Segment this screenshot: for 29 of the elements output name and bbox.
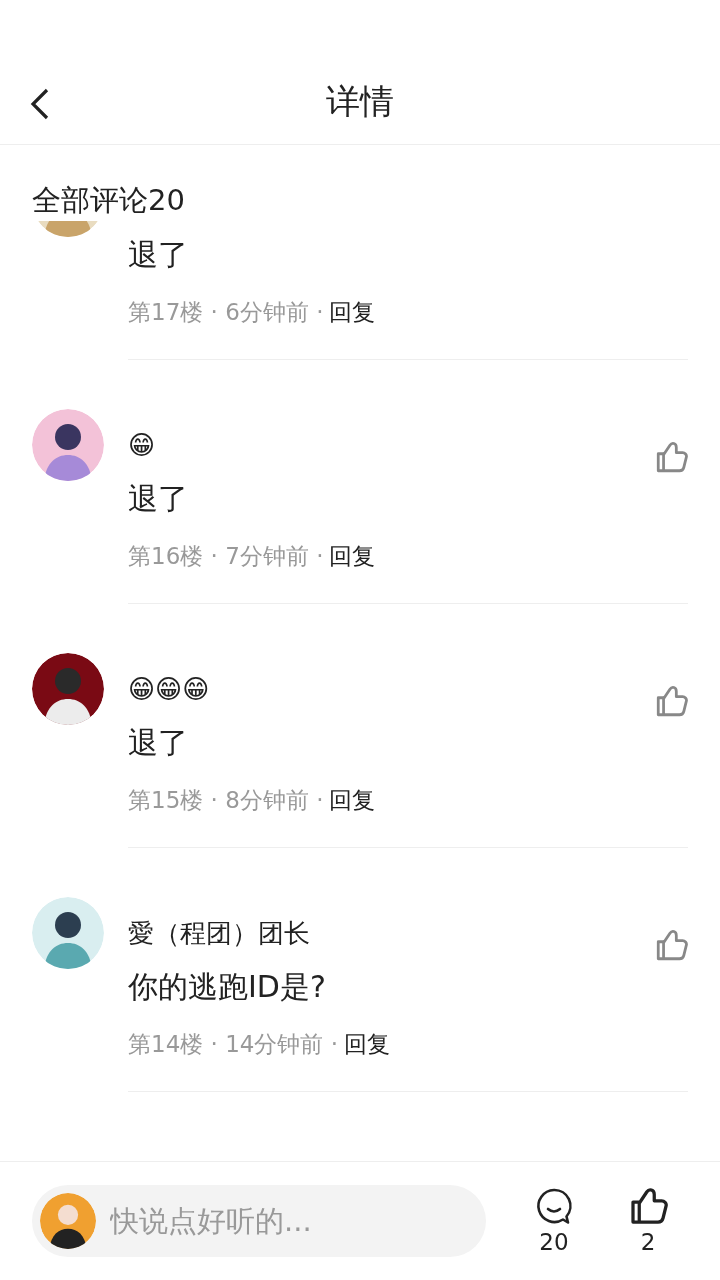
- comment-meta: 第16楼 · 7分钟前 ·: [128, 542, 324, 571]
- reply-link[interactable]: 回复: [329, 784, 376, 816]
- avatar: [32, 897, 104, 969]
- username: 😁😁😁: [128, 673, 210, 706]
- comment-input[interactable]: 快说点好听的...: [32, 1185, 486, 1257]
- comment-meta: 第17楼 · 6分钟前 ·: [128, 298, 324, 327]
- like-button[interactable]: 2: [628, 1187, 668, 1255]
- comment-icon: [534, 1187, 574, 1227]
- username: 愛（程团）团长: [128, 917, 310, 950]
- avatar: [40, 1193, 96, 1249]
- comment-text: 你的逃跑ID是?: [128, 969, 326, 1004]
- reply-link[interactable]: 回复: [344, 1028, 391, 1060]
- comment-meta: 第14楼 · 14分钟前 ·: [128, 1030, 339, 1059]
- comment-button[interactable]: 20: [534, 1187, 574, 1255]
- reply-link[interactable]: 回复: [329, 296, 376, 328]
- comment-text: 退了: [128, 481, 188, 516]
- comment-text: 退了: [128, 237, 188, 272]
- comment-text: 退了: [128, 725, 188, 760]
- avatar: [32, 409, 104, 481]
- like-icon[interactable]: [654, 441, 688, 475]
- comment-count: 全部评论20: [32, 183, 185, 217]
- like-icon[interactable]: [654, 929, 688, 963]
- reply-link[interactable]: 回复: [329, 540, 376, 572]
- page-title: 详情: [326, 80, 394, 123]
- like-icon: [628, 1187, 668, 1227]
- username: 😁: [128, 429, 156, 462]
- avatar: [32, 653, 104, 725]
- like-icon[interactable]: [654, 685, 688, 719]
- comment-meta: 第15楼 · 8分钟前 ·: [128, 786, 324, 815]
